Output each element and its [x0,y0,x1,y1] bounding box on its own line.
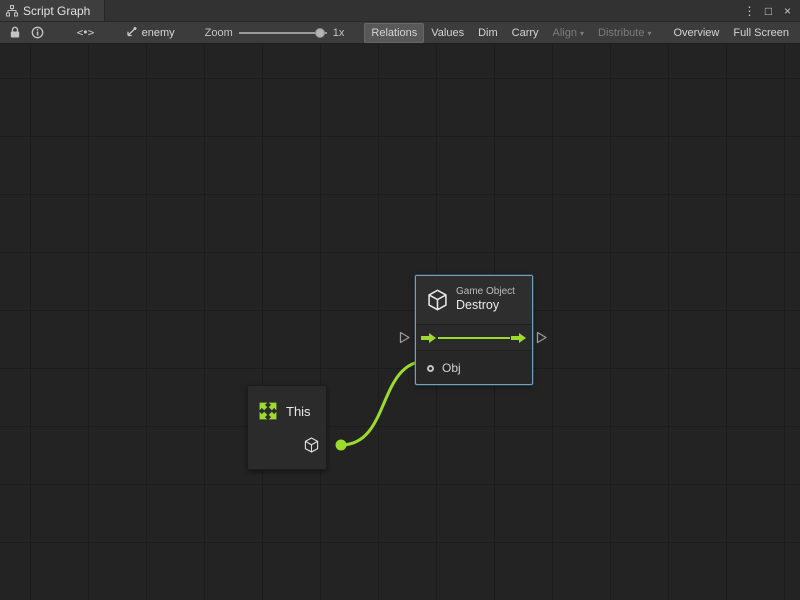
overview-button[interactable]: Overview [667,23,727,43]
relations-toggle[interactable]: Relations [364,23,424,43]
zoom-slider-knob[interactable] [315,28,325,38]
close-icon: × [784,4,791,18]
gameobject-cube-icon[interactable] [304,437,319,456]
chevron-down-icon: ▾ [647,30,651,38]
destroy-node[interactable]: Game Object Destroy Obj [415,275,533,385]
this-output-port [336,440,347,451]
obj-input-port[interactable] [427,365,434,372]
zoom-value: 1x [333,27,345,39]
destroy-node-header: Game Object Destroy [416,276,532,325]
gameobject-cube-icon [427,289,448,311]
destroy-node-title: Destroy [456,298,515,314]
toolbar-toggles: Relations Values Dim Carry Align ▾ Distr… [364,22,796,43]
titlebar-controls: ⋮ □ × [741,0,800,21]
zoom-slider[interactable] [239,26,327,40]
align-label: Align [553,27,577,39]
graph-toolbar: <•> enemy Zoom 1x Relations Values D [0,22,800,44]
control-output-port-triangle[interactable] [536,331,548,344]
info-icon [31,26,44,39]
api-button[interactable]: <•> [74,24,95,42]
values-toggle[interactable]: Values [424,23,471,43]
destroy-node-category: Game Object [456,286,515,299]
graph-window-icon [6,5,18,17]
connection-wire-layer [0,44,800,600]
obj-port-label: Obj [442,361,461,375]
maximize-icon: □ [765,4,772,18]
flow-relation-line [438,337,510,339]
this-node[interactable]: This [247,385,327,470]
code-icon: <•> [77,26,94,39]
tab-title: Script Graph [23,4,90,18]
tab-script-graph[interactable]: Script Graph [0,0,105,21]
lock-button[interactable] [4,24,25,42]
destroy-node-titles: Game Object Destroy [456,286,515,314]
zoom-control: Zoom 1x [205,26,345,40]
distribute-label: Distribute [598,27,644,39]
graph-name: enemy [142,27,175,39]
flow-output-arrow-icon[interactable] [511,332,527,344]
destroy-node-flow-row [416,325,532,351]
graph-breadcrumb[interactable]: enemy [124,27,175,39]
control-input-port-triangle[interactable] [399,331,411,344]
distribute-dropdown[interactable]: Distribute ▾ [591,23,658,43]
script-graph-window: Script Graph ⋮ □ × <•> [0,0,800,600]
titlebar-spacer [105,0,741,21]
zoom-slider-track [239,32,327,34]
move-arrows-icon [255,398,281,424]
lock-icon [9,26,21,39]
graph-canvas[interactable]: This Game Object Destroy [0,44,800,600]
window-close-button[interactable]: × [779,2,796,20]
this-node-title: This [286,404,311,419]
flow-input-arrow-icon[interactable] [421,332,437,344]
align-dropdown[interactable]: Align ▾ [546,23,591,43]
window-menu-button[interactable]: ⋮ [741,2,758,20]
graph-asset-icon [124,27,137,39]
chevron-down-icon: ▾ [580,30,584,38]
kebab-menu-icon: ⋮ [744,4,756,18]
destroy-node-obj-row: Obj [416,351,532,385]
titlebar: Script Graph ⋮ □ × [0,0,800,22]
this-node-header: This [248,386,326,424]
dim-toggle[interactable]: Dim [471,23,505,43]
window-maximize-button[interactable]: □ [760,2,777,20]
fullscreen-button[interactable]: Full Screen [726,23,796,43]
inspect-button[interactable] [27,24,48,42]
carry-toggle[interactable]: Carry [505,23,546,43]
zoom-label: Zoom [205,27,233,39]
